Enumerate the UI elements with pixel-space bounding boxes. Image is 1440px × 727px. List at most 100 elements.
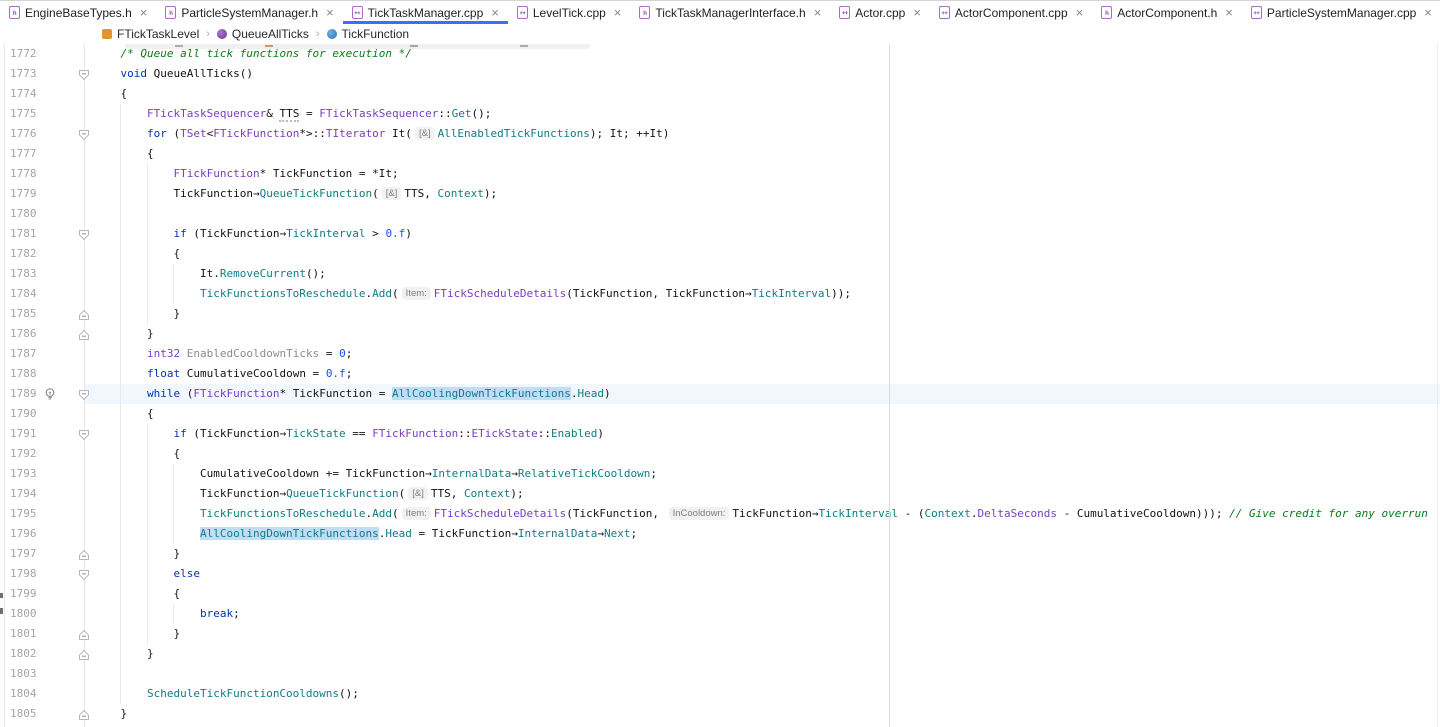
line-number[interactable]: 1787 — [10, 344, 37, 364]
code-line-1795[interactable]: TickFunctionsToReschedule.Add(Item: FTick… — [85, 504, 1440, 524]
line-number[interactable]: 1789 — [10, 384, 37, 404]
line-number[interactable]: 1784 — [10, 284, 37, 304]
lightbulb-icon[interactable] — [43, 387, 57, 401]
code-line-1788[interactable]: float CumulativeCooldown = 0.f; — [85, 364, 1440, 384]
tab-LevelTick.cpp[interactable]: ++ LevelTick.cpp × — [508, 1, 631, 24]
line-number[interactable]: 1788 — [10, 364, 37, 384]
code-line-1785[interactable]: } — [85, 304, 1440, 324]
line-number[interactable]: 1776 — [10, 124, 37, 144]
code-line-1805[interactable]: } — [85, 704, 1440, 724]
close-icon[interactable]: × — [491, 6, 499, 19]
close-icon[interactable]: × — [326, 6, 334, 19]
code-line-1782[interactable]: { — [85, 244, 1440, 264]
code-line-1787[interactable]: int32 EnabledCooldownTicks = 0; — [85, 344, 1440, 364]
code-line-1784[interactable]: TickFunctionsToReschedule.Add(Item: FTick… — [85, 284, 1440, 304]
code-line-1783[interactable]: It.RemoveCurrent(); — [85, 264, 1440, 284]
fold-marker-icon[interactable] — [78, 708, 90, 720]
code-line-1804[interactable]: ScheduleTickFunctionCooldowns(); — [85, 684, 1440, 704]
close-icon[interactable]: × — [614, 6, 622, 19]
code-line-1801[interactable]: } — [85, 624, 1440, 644]
tab-ActorComponent.cpp[interactable]: ++ ActorComponent.cpp × — [930, 1, 1092, 24]
line-number[interactable]: 1786 — [10, 324, 37, 344]
line-number[interactable]: 1777 — [10, 144, 37, 164]
line-number[interactable]: 1793 — [10, 464, 37, 484]
code-line-1792[interactable]: { — [85, 444, 1440, 464]
line-number[interactable]: 1779 — [10, 184, 37, 204]
line-number[interactable]: 1805 — [10, 704, 37, 724]
code-line-1789[interactable]: while (FTickFunction* TickFunction = All… — [85, 384, 1440, 404]
code-editor[interactable]: 1772 1773 1774 1775 1776 1777 1778 1779 1780 1781… — [0, 42, 1440, 727]
code-line-1775[interactable]: FTickTaskSequencer& TTS = FTickTaskSeque… — [85, 104, 1440, 124]
fold-marker-icon[interactable] — [78, 68, 90, 81]
fold-marker-icon[interactable] — [78, 648, 90, 660]
code-line-1780[interactable] — [85, 204, 1440, 224]
fold-marker-icon[interactable] — [78, 228, 90, 241]
line-number[interactable]: 1795 — [10, 504, 37, 524]
line-number[interactable]: 1792 — [10, 444, 37, 464]
tab-TickTaskManager.cpp[interactable]: ++ TickTaskManager.cpp × — [342, 1, 509, 24]
line-number[interactable]: 1778 — [10, 164, 37, 184]
code-line-1796[interactable]: AllCoolingDownTickFunctions.Head = TickF… — [85, 524, 1440, 544]
fold-marker-icon[interactable] — [78, 128, 90, 141]
close-icon[interactable]: × — [1424, 6, 1432, 19]
code-line-1794[interactable]: TickFunction→QueueTickFunction([&] TTS, C… — [85, 484, 1440, 504]
tab-Actor.cpp[interactable]: ++ Actor.cpp × — [830, 1, 930, 24]
code-line-1798[interactable]: else — [85, 564, 1440, 584]
tab-ParticleSystemManager.cpp[interactable]: ++ ParticleSystemManager.cpp × — [1242, 1, 1440, 24]
line-number[interactable]: 1783 — [10, 264, 37, 284]
tab-TickTaskManagerInterface.h[interactable]: h TickTaskManagerInterface.h × — [630, 1, 830, 24]
line-number[interactable]: 1794 — [10, 484, 37, 504]
line-number[interactable]: 1800 — [10, 604, 37, 624]
code-line-1802[interactable]: } — [85, 644, 1440, 664]
line-number[interactable]: 1782 — [10, 244, 37, 264]
line-number[interactable]: 1772 — [10, 44, 37, 64]
code-line-1797[interactable]: } — [85, 544, 1440, 564]
line-number[interactable]: 1773 — [10, 64, 37, 84]
line-number[interactable]: 1774 — [10, 84, 37, 104]
fold-marker-icon[interactable] — [78, 548, 90, 560]
editor-gutter[interactable]: 1772 1773 1774 1775 1776 1777 1778 1779 1780 1781… — [5, 44, 89, 727]
code-line-1803[interactable] — [85, 664, 1440, 684]
fold-marker-icon[interactable] — [78, 428, 90, 441]
line-number[interactable]: 1803 — [10, 664, 37, 684]
close-icon[interactable]: × — [1076, 6, 1084, 19]
code-line-1793[interactable]: CumulativeCooldown += TickFunction→Inter… — [85, 464, 1440, 484]
line-number[interactable]: 1797 — [10, 544, 37, 564]
code-line-1776[interactable]: for (TSet<FTickFunction*>::TIterator It(… — [85, 124, 1440, 144]
code-line-1781[interactable]: if (TickFunction→TickInterval > 0.f) — [85, 224, 1440, 244]
tab-EngineBaseTypes.h[interactable]: h EngineBaseTypes.h × — [0, 1, 156, 24]
line-number[interactable]: 1798 — [10, 564, 37, 584]
close-icon[interactable]: × — [814, 6, 822, 19]
line-number[interactable]: 1780 — [10, 204, 37, 224]
close-icon[interactable]: × — [140, 6, 148, 19]
close-icon[interactable]: × — [913, 6, 921, 19]
tab-ParticleSystemManager.h[interactable]: h ParticleSystemManager.h × — [156, 1, 342, 24]
code-line-1799[interactable]: { — [85, 584, 1440, 604]
code-text-area[interactable]: /* Queue all tick functions for executio… — [85, 44, 1440, 727]
fold-marker-icon[interactable] — [78, 628, 90, 640]
line-number[interactable]: 1791 — [10, 424, 37, 444]
line-number[interactable]: 1802 — [10, 644, 37, 664]
fold-marker-icon[interactable] — [78, 388, 90, 401]
fold-marker-icon[interactable] — [78, 328, 90, 340]
code-line-1790[interactable]: { — [85, 404, 1440, 424]
tab-ActorComponent.h[interactable]: h ActorComponent.h × — [1092, 1, 1242, 24]
code-line-1791[interactable]: if (TickFunction→TickState == FTickFunct… — [85, 424, 1440, 444]
line-number[interactable]: 1775 — [10, 104, 37, 124]
fold-marker-icon[interactable] — [78, 308, 90, 320]
code-line-1774[interactable]: { — [85, 84, 1440, 104]
line-number[interactable]: 1785 — [10, 304, 37, 324]
code-line-1800[interactable]: break; — [85, 604, 1440, 624]
line-number[interactable]: 1796 — [10, 524, 37, 544]
line-number[interactable]: 1790 — [10, 404, 37, 424]
breadcrumb-TickFunction[interactable]: TickFunction — [326, 27, 409, 41]
line-number[interactable]: 1801 — [10, 624, 37, 644]
code-line-1777[interactable]: { — [85, 144, 1440, 164]
code-line-1778[interactable]: FTickFunction* TickFunction = *It; — [85, 164, 1440, 184]
line-number[interactable]: 1799 — [10, 584, 37, 604]
fold-marker-icon[interactable] — [78, 568, 90, 581]
code-line-1786[interactable]: } — [85, 324, 1440, 344]
line-number[interactable]: 1781 — [10, 224, 37, 244]
breadcrumb-FTickTaskLevel[interactable]: FTickTaskLevel — [102, 27, 199, 41]
close-icon[interactable]: × — [1225, 6, 1233, 19]
